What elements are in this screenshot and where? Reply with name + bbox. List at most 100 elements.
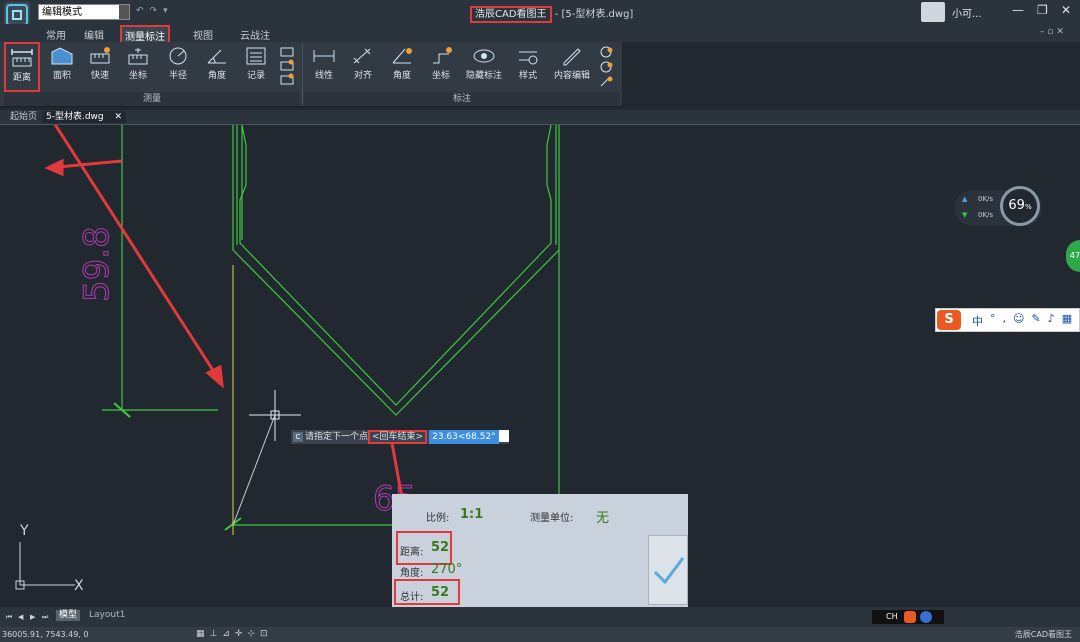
quick-measure-label: 快速	[90, 71, 109, 81]
prompt-hint: <回车结束>	[368, 430, 428, 444]
tab-common[interactable]: 常用	[46, 27, 66, 42]
first-layout-icon[interactable]: ⏮	[6, 613, 12, 622]
coordinate-dim-label: 坐标	[431, 71, 450, 81]
linear-dim-button[interactable]: 线性	[306, 42, 342, 92]
ruler-distance-icon	[11, 49, 33, 67]
angle-dim-label: 角度	[392, 71, 411, 81]
restore-icon[interactable]: ❐	[1037, 3, 1048, 17]
cursor-coordinates: 36005.91, 7543.49, 0	[2, 630, 89, 639]
input-caret	[498, 430, 509, 442]
distance-value: 52	[431, 540, 450, 555]
command-prompt[interactable]: C 请指定下一个点 <回车结束> 23.63<68.52°	[291, 430, 509, 444]
quick-access-toolbar[interactable]: ↶↷▾	[136, 6, 174, 16]
tab-start-page[interactable]: 起始页	[6, 111, 41, 123]
coordinate-dim-icon	[433, 47, 452, 64]
tab-cloud[interactable]: 云战注	[240, 27, 270, 42]
ime-logo-icon[interactable]: S	[937, 310, 961, 330]
ucs-axis-icon	[15, 542, 75, 590]
confirm-button[interactable]	[648, 535, 688, 605]
ime-tray-icon[interactable]	[904, 611, 916, 623]
tab-view[interactable]: 视图	[193, 27, 213, 42]
tab-layout1[interactable]: Layout1	[86, 610, 128, 621]
close-icon[interactable]: ✕	[115, 112, 123, 122]
scale-value: 1:1	[460, 507, 484, 522]
minimize-icon[interactable]: —	[1012, 3, 1024, 17]
area-label: 面积	[52, 71, 71, 81]
measure-group-label: 测量	[4, 92, 300, 106]
doc-name: - [5-型材表.dwg]	[554, 9, 634, 20]
eye-icon	[473, 49, 495, 63]
angle-dim-button[interactable]: 角度	[384, 42, 420, 92]
linear-dim-icon	[313, 50, 335, 62]
customize-icon[interactable]: ▾	[163, 6, 174, 16]
angle-value: 270°	[431, 562, 463, 577]
angle-label: 角度	[207, 71, 226, 81]
user-name[interactable]: 小可...	[952, 5, 982, 20]
angle-button[interactable]: 角度	[199, 42, 235, 92]
tutorial-arrows	[44, 125, 414, 525]
dimension-text-vertical: 59.8	[77, 226, 117, 302]
avatar[interactable]	[921, 2, 945, 22]
radius-button[interactable]: 半径	[160, 42, 196, 92]
distance-button[interactable]: 距离	[4, 42, 40, 92]
record-button[interactable]: 记录	[238, 42, 274, 92]
app-name: 浩辰CAD看图王	[470, 6, 552, 23]
area-button[interactable]: 面积	[44, 42, 80, 92]
download-arrow-icon: ▼	[962, 211, 968, 219]
quick-ruler-icon	[90, 47, 110, 64]
angle-label: 角度:	[400, 568, 424, 579]
last-layout-icon[interactable]: ⏭	[42, 613, 48, 622]
edit-pencil-icon	[563, 48, 581, 66]
prev-layout-icon[interactable]: ◀	[18, 613, 23, 621]
record-label: 记录	[246, 71, 265, 81]
quick-measure-button[interactable]: 快速	[82, 42, 118, 92]
linear-dim-label: 线性	[314, 71, 333, 81]
measure-more-icons[interactable]	[280, 46, 294, 88]
coordinate-input[interactable]: 23.63<68.52°	[429, 430, 499, 444]
download-speed: 0K/s	[978, 211, 994, 219]
unit-label: 测量单位:	[530, 513, 574, 524]
ime-mode[interactable]: 中	[972, 313, 983, 329]
lang-indicator[interactable]: CH	[886, 612, 898, 621]
help-icon[interactable]	[920, 611, 932, 623]
area-icon	[51, 47, 73, 65]
checkmark-icon	[653, 557, 685, 585]
annotate-more-icons[interactable]	[598, 46, 614, 90]
record-list-icon	[246, 47, 266, 65]
profile-drawing	[102, 125, 560, 531]
content-edit-button[interactable]: 内容编辑	[550, 42, 594, 92]
dim-style-button[interactable]: 样式	[510, 42, 546, 92]
drafting-toggle-icons[interactable]: ▦⊥⊿✛⊹⊡	[196, 627, 273, 642]
angle-icon	[207, 49, 226, 64]
coordinate-label: 坐标	[128, 71, 147, 81]
prompt-text: 请指定下一个点	[305, 432, 369, 442]
coordinate-icon	[128, 48, 148, 65]
close-icon[interactable]: ✕	[1061, 3, 1071, 17]
ime-tool-icons[interactable]: °,☺✎♪▦	[990, 312, 1079, 325]
style-icon	[519, 51, 538, 65]
upload-arrow-icon: ▲	[962, 195, 968, 203]
next-layout-icon[interactable]: ▶	[30, 613, 35, 621]
tab-edit[interactable]: 编辑	[84, 27, 104, 42]
aligned-dim-button[interactable]: 对齐	[345, 42, 381, 92]
mode-dropdown[interactable]: 编辑模式	[38, 4, 130, 20]
measure-rubber-line	[232, 414, 276, 526]
tab-file[interactable]: 5-型材表.dwg ✕	[42, 111, 127, 123]
ribbon-divider	[302, 44, 303, 104]
axis-y-label: Y	[19, 523, 29, 539]
tab-model[interactable]: 模型	[56, 610, 81, 621]
undo-icon[interactable]: ↶	[136, 6, 150, 16]
memory-percent: 69	[1008, 198, 1025, 213]
aligned-dim-icon	[353, 48, 371, 64]
memory-gauge[interactable]: 69%	[1000, 186, 1040, 226]
redo-icon[interactable]: ↷	[150, 6, 164, 16]
total-value: 52	[431, 585, 450, 600]
distance-label: 距离:	[400, 547, 424, 558]
unit-value: 无	[596, 511, 610, 526]
doc-window-controls[interactable]: – ▫ ✕	[1040, 27, 1064, 37]
chevron-down-icon	[119, 5, 129, 19]
hide-dim-button[interactable]: 隐藏标注	[462, 42, 506, 92]
coordinate-dim-button[interactable]: 坐标	[423, 42, 459, 92]
annotate-group-label: 标注	[304, 92, 620, 106]
coordinate-button[interactable]: 坐标	[120, 42, 156, 92]
